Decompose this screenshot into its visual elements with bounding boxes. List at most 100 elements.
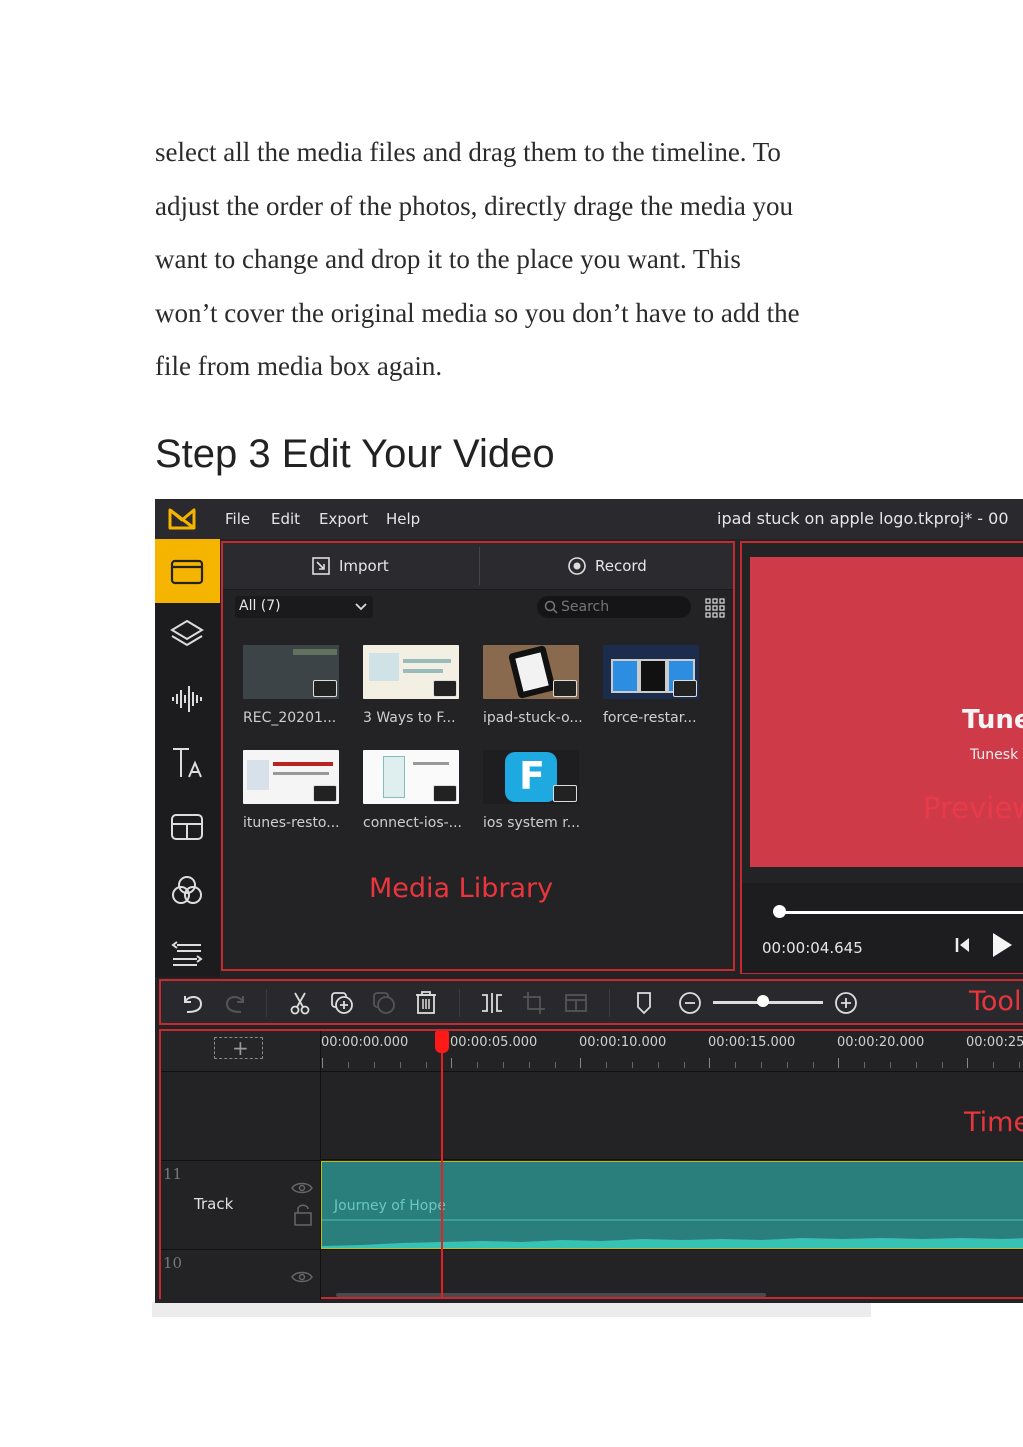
zoom-slider-knob[interactable] bbox=[756, 995, 769, 1007]
toolbar-divider bbox=[479, 547, 480, 585]
ruler-tick bbox=[967, 1058, 968, 1068]
ruler-tick bbox=[400, 1062, 401, 1068]
play-icon[interactable] bbox=[990, 931, 1014, 959]
media-item-label: REC_20201... bbox=[243, 710, 337, 726]
ruler-tick bbox=[632, 1062, 633, 1068]
media-thumbnail: F bbox=[483, 750, 579, 804]
preview-subtitle: Tunesk bbox=[970, 747, 1019, 763]
media-library-panel: Import Record All (7) Search REC_20201..… bbox=[221, 541, 735, 971]
media-item-label: itunes-resto... bbox=[243, 815, 340, 831]
app-logo-icon bbox=[168, 508, 196, 530]
preview-panel: Tune Tunesk Preview 00:00:04.645 bbox=[740, 541, 1023, 974]
chevron-down-icon bbox=[355, 603, 367, 611]
ruler-tick bbox=[709, 1058, 710, 1068]
sidebar-item-audio[interactable] bbox=[155, 667, 220, 731]
edit-toolbar: Tool bbox=[159, 979, 1023, 1025]
zoom-in-icon[interactable] bbox=[833, 990, 859, 1016]
folder-icon bbox=[170, 559, 204, 585]
image-caption-strip bbox=[152, 1302, 871, 1317]
ruler-tick bbox=[813, 1062, 814, 1068]
timeline-header: + bbox=[161, 1031, 321, 1071]
paragraph-line: adjust the order of the photos, directly… bbox=[155, 190, 794, 221]
crop-icon[interactable] bbox=[521, 990, 547, 1016]
ruler-tick bbox=[993, 1062, 994, 1068]
time-ruler[interactable]: 00:00:00.000 00:00:05.000 00:00:10.000 0… bbox=[321, 1031, 1023, 1072]
ruler-label: 00:00:00.000 bbox=[321, 1035, 409, 1050]
timeline-panel: + 00:00:00.000 00:00:05.000 00:00:10.000… bbox=[159, 1029, 1023, 1300]
marker-icon[interactable] bbox=[631, 990, 657, 1016]
toolbar-divider bbox=[459, 989, 460, 1017]
grid-view-icon[interactable] bbox=[705, 598, 725, 618]
search-input[interactable] bbox=[561, 598, 681, 616]
section-heading: Step 3 Edit Your Video bbox=[155, 432, 555, 476]
window-title: ipad stuck on apple logo.tkproj* - 00 bbox=[717, 509, 1009, 528]
filter-value: All (7) bbox=[239, 598, 281, 614]
delete-icon[interactable] bbox=[413, 990, 439, 1016]
cut-icon[interactable] bbox=[287, 990, 313, 1016]
eye-icon[interactable] bbox=[291, 1270, 313, 1284]
menu-edit[interactable]: Edit bbox=[271, 510, 300, 528]
toolbar-divider bbox=[609, 989, 610, 1017]
sidebar-item-layers[interactable] bbox=[155, 603, 220, 667]
menu-export[interactable]: Export bbox=[319, 510, 368, 528]
ruler-tick bbox=[735, 1062, 736, 1068]
media-thumbnail bbox=[363, 645, 459, 699]
media-thumbnail bbox=[243, 645, 339, 699]
media-thumbnail bbox=[603, 645, 699, 699]
sidebar-item-templates[interactable] bbox=[155, 795, 220, 859]
sidebar bbox=[155, 539, 220, 977]
layers-icon bbox=[170, 619, 204, 647]
playback-slider-knob[interactable] bbox=[773, 905, 787, 918]
copy-icon[interactable] bbox=[329, 990, 355, 1016]
editor-screenshot: File Edit Export Help ipad stuck on appl… bbox=[155, 499, 1023, 1303]
sidebar-item-text[interactable] bbox=[155, 731, 220, 795]
eye-icon[interactable] bbox=[291, 1181, 313, 1195]
mosaic-icon[interactable] bbox=[563, 990, 589, 1016]
ruler-label: 00:00:10.000 bbox=[579, 1035, 667, 1050]
import-button[interactable]: Import bbox=[311, 553, 389, 579]
preview-title: Tune bbox=[962, 705, 1023, 735]
zoom-out-icon[interactable] bbox=[677, 990, 703, 1016]
sidebar-item-transitions[interactable] bbox=[155, 923, 220, 987]
ruler-tick bbox=[322, 1058, 323, 1068]
playback-slider[interactable] bbox=[774, 911, 1023, 914]
track-header: 10 bbox=[161, 1249, 321, 1300]
ruler-tick bbox=[606, 1062, 607, 1068]
ruler-tick bbox=[864, 1062, 865, 1068]
add-track-button[interactable]: + bbox=[214, 1036, 263, 1060]
sidebar-item-media[interactable] bbox=[155, 539, 220, 603]
undo-icon[interactable] bbox=[179, 990, 205, 1016]
playhead-line[interactable] bbox=[441, 1031, 443, 1297]
playhead-handle[interactable] bbox=[435, 1031, 449, 1053]
media-thumbnail bbox=[483, 645, 579, 699]
current-timecode: 00:00:04.645 bbox=[762, 939, 863, 957]
ruler-tick bbox=[1019, 1062, 1020, 1068]
step-back-icon[interactable] bbox=[954, 935, 972, 955]
lock-icon[interactable] bbox=[293, 1203, 313, 1227]
split-icon[interactable] bbox=[479, 990, 505, 1016]
ruler-tick bbox=[348, 1062, 349, 1068]
audio-clip[interactable]: Journey of Hope bbox=[321, 1161, 1023, 1249]
record-label: Record bbox=[595, 557, 647, 575]
ruler-tick bbox=[838, 1058, 839, 1068]
ruler-label: 00:00:05.000 bbox=[450, 1035, 538, 1050]
paragraph-line: file from media box again. bbox=[155, 351, 443, 381]
paragraph-line: select all the media files and drag them… bbox=[155, 137, 781, 167]
ruler-label: 00:00:25 bbox=[966, 1035, 1023, 1050]
media-thumbnail bbox=[363, 750, 459, 804]
media-filter-dropdown[interactable]: All (7) bbox=[235, 596, 373, 618]
toolbar-divider bbox=[266, 989, 267, 1017]
media-item-label: force-restar... bbox=[603, 710, 697, 726]
timeline-scrollbar[interactable] bbox=[336, 1293, 766, 1297]
menu-file[interactable]: File bbox=[225, 510, 250, 528]
search-box[interactable] bbox=[537, 596, 691, 618]
ruler-tick bbox=[787, 1062, 788, 1068]
ruler-tick bbox=[503, 1062, 504, 1068]
redo-icon[interactable] bbox=[223, 990, 249, 1016]
menu-help[interactable]: Help bbox=[386, 510, 420, 528]
sidebar-item-filters[interactable] bbox=[155, 859, 220, 923]
record-button[interactable]: Record bbox=[567, 553, 647, 579]
ruler-tick bbox=[477, 1062, 478, 1068]
paste-icon[interactable] bbox=[371, 990, 397, 1016]
image-badge-icon bbox=[313, 785, 337, 802]
